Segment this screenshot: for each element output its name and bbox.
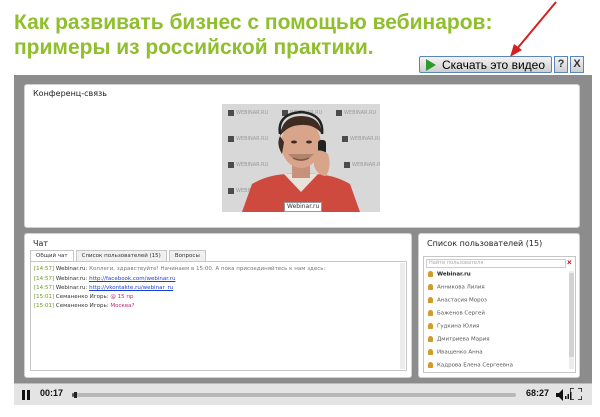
seek-bar[interactable] (72, 392, 516, 398)
play-icon (426, 58, 436, 71)
user-icon (428, 336, 433, 342)
user-icon (428, 362, 433, 368)
user-search-input[interactable]: Найти пользователя (426, 259, 566, 268)
chat-title: Чат (33, 239, 49, 248)
user-item[interactable]: Гудкина Юлия (428, 323, 479, 330)
player-controls: 00:17 68:27 (14, 383, 592, 405)
user-item[interactable]: Баженов Сергей (428, 310, 485, 317)
help-button[interactable]: ? (554, 56, 568, 73)
chat-log[interactable]: [14:57] Webinar.ru: Коллеги, здравствуйт… (30, 261, 407, 371)
chat-link[interactable]: http://facebook.com/webinar.ru (89, 276, 175, 282)
video-caption: Webinar.ru (284, 202, 323, 212)
user-icon (428, 297, 433, 303)
fullscreen-icon[interactable] (570, 388, 582, 400)
user-item[interactable]: Дмитриева Мария (428, 336, 490, 343)
download-video-label: Скачать это видео (442, 57, 545, 72)
pause-icon[interactable] (22, 390, 30, 400)
user-list: Найти пользователя × Webinar.ru Анникова… (423, 256, 576, 373)
chat-message: [14:57] Webinar.ru: Коллеги, здравствуйт… (34, 266, 326, 272)
user-icon (428, 349, 433, 355)
total-time: 68:27 (526, 388, 550, 398)
user-item[interactable]: Кадрова Елена Сергеевна (428, 362, 513, 369)
user-icon (428, 310, 433, 316)
chat-message: [14:57] Webinar.ru: http://vkontakte.ru/… (34, 285, 174, 291)
user-item[interactable]: Анникова Лилия (428, 284, 485, 291)
user-list-scrollbar-thumb[interactable] (569, 273, 574, 357)
current-time: 00:17 (40, 388, 64, 398)
presenter-figure (242, 110, 360, 212)
chat-message: [15:01] Семаненко Игорь: @ 15 пр (34, 294, 134, 300)
chat-message: [14:57] Webinar.ru: http://facebook.com/… (34, 276, 176, 282)
video-feed[interactable]: WEBINAR.RU WEBINAR.RU WEBINAR.RU WEBINAR… (222, 104, 380, 212)
user-icon (428, 271, 433, 277)
chat-message: [15:01] Семаненко Игорь: Москва? (34, 303, 135, 309)
seek-handle[interactable] (73, 392, 77, 398)
user-item[interactable]: Иващенко Анна (428, 349, 483, 356)
chat-tabs: Общий чат Список пользователей (15) Вопр… (30, 250, 206, 261)
download-toolbar: Скачать это видео ? X (419, 56, 584, 73)
chat-scrollbar[interactable] (400, 263, 405, 369)
clear-search-button[interactable]: × (567, 258, 572, 268)
users-title: Список пользователей (15) (427, 239, 543, 248)
tab-general-chat[interactable]: Общий чат (30, 250, 74, 261)
user-icon (428, 284, 433, 290)
close-button[interactable]: X (570, 56, 584, 73)
chat-link[interactable]: http://vkontakte.ru/webinar_ru (89, 285, 173, 291)
tab-user-list[interactable]: Список пользователей (15) (75, 250, 167, 261)
user-item[interactable]: Анастасия Мороз (428, 297, 487, 304)
user-item[interactable]: Webinar.ru (428, 271, 471, 278)
arrow-icon (510, 1, 557, 57)
download-video-button[interactable]: Скачать это видео (419, 56, 552, 73)
user-icon (428, 323, 433, 329)
tab-questions[interactable]: Вопросы (168, 250, 206, 261)
page-title: Как развивать бизнес с помощью вебинаров… (14, 11, 493, 59)
conference-title: Конференц-связь (33, 89, 108, 98)
